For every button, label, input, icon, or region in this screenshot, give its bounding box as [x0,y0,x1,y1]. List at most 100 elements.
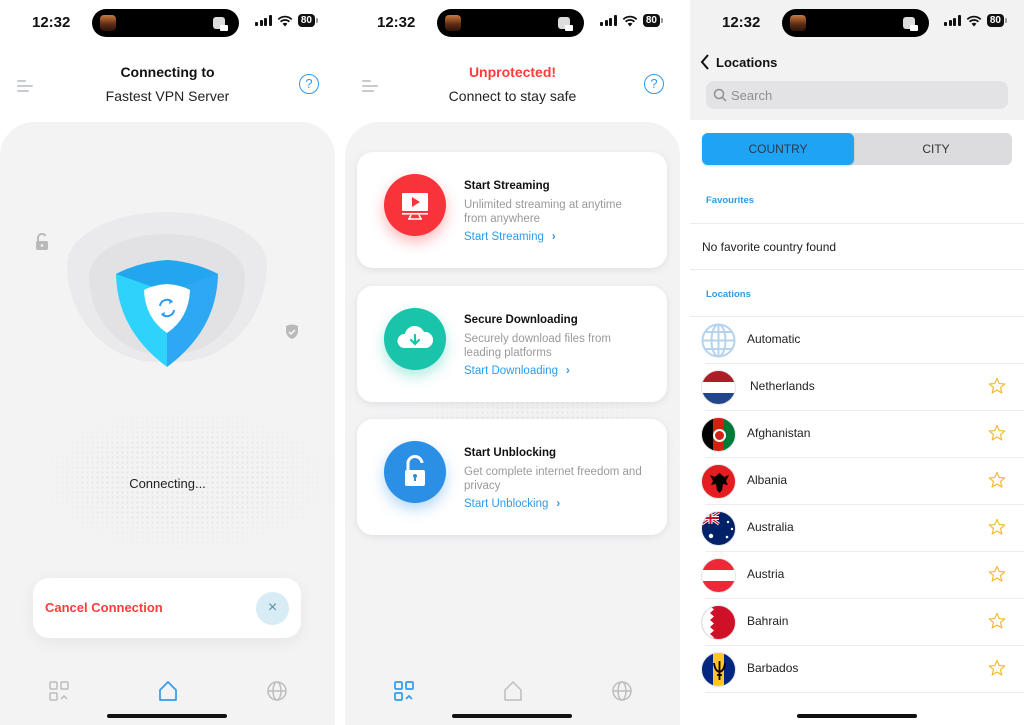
help-icon[interactable]: ? [644,74,664,94]
location-row-australia[interactable]: Australia [690,505,1024,552]
apple-tv-icon [903,17,918,31]
start-unblocking-link[interactable]: Start Unblocking › [464,498,560,510]
location-name: Barbados [747,661,799,675]
tab-locations[interactable] [611,680,633,702]
location-name: Bahrain [747,614,789,628]
flag-bahrain-icon [701,605,736,640]
battery-indicator: 80 [986,14,1008,27]
locations-section-header: Locations [706,289,751,300]
protection-status: Unprotected! [468,64,557,80]
back-button[interactable]: Locations [700,54,777,70]
location-row-netherlands[interactable]: Netherlands [690,364,1024,411]
status-bar: 12:32 80 [345,0,680,44]
tab-features[interactable] [48,680,70,702]
dynamic-island [437,9,584,37]
streaming-card[interactable]: Start Streaming Unlimited streaming at a… [357,152,667,268]
star-outline-icon[interactable] [988,612,1006,630]
link-label[interactable]: Start Streaming [464,231,544,243]
location-name: Albania [747,473,788,487]
wifi-icon [622,15,638,26]
unlock-icon [384,441,446,503]
status-time: 12:32 [722,14,761,31]
unlocked-padlock-icon [36,233,48,250]
page-title: Connecting to [120,64,215,80]
globe-icon [701,323,736,358]
home-screen: 12:32 80 Unprotected! Connect to stay sa… [345,0,680,725]
flag-albania-icon [701,464,736,499]
card-description: Securely download files from leading pla… [464,333,612,359]
card-description: Get complete internet freedom and privac… [464,466,642,492]
flag-netherlands-icon [701,370,736,405]
tab-bar [345,680,680,710]
page-title: Locations [716,54,778,70]
flag-barbados-icon [701,652,736,687]
connecting-screen: 12:32 80 Connecting to Fastest VPN Serve… [0,0,335,725]
cancel-connection-card[interactable]: Cancel Connection × [33,578,301,638]
link-label[interactable]: Start Downloading [464,365,558,377]
start-downloading-link[interactable]: Start Downloading › [464,365,570,377]
chevron-right-icon: › [551,231,556,243]
link-label[interactable]: Start Unblocking [464,498,548,510]
status-bar: 12:32 80 [0,0,335,44]
star-outline-icon[interactable] [988,565,1006,583]
start-streaming-link[interactable]: Start Streaming › [464,231,556,243]
tv-play-icon [384,174,446,236]
cancel-connection-button[interactable]: Cancel Connection [45,600,163,615]
location-name: Australia [747,520,794,534]
locations-screen: 12:32 80 Locations Search COUNTRY CITY F… [690,0,1024,725]
shield-check-icon [286,324,298,339]
location-name: Afghanistan [747,426,811,440]
cellular-signal-icon [944,15,961,26]
flag-australia-icon [701,511,736,546]
location-type-segmented-control: COUNTRY CITY [702,133,1012,165]
tab-locations[interactable] [266,680,288,702]
segment-country[interactable]: COUNTRY [702,133,854,165]
star-outline-icon[interactable] [988,471,1006,489]
help-icon[interactable]: ? [299,74,319,94]
location-row-austria[interactable]: Austria [690,552,1024,599]
location-name: Netherlands [750,379,815,393]
flag-afghanistan-icon [701,417,736,452]
status-time: 12:32 [377,14,416,31]
card-title: Start Streaming [464,180,550,192]
downloading-card[interactable]: Secure Downloading Securely download fil… [357,286,667,402]
status-bar: 12:32 80 [690,0,1024,44]
location-row-barbados[interactable]: Barbados [690,646,1024,693]
favourites-section-header: Favourites [706,195,755,206]
location-row-afghanistan[interactable]: Afghanistan [690,411,1024,458]
home-indicator [107,714,227,718]
star-outline-icon[interactable] [988,518,1006,536]
server-name: Fastest VPN Server [105,88,230,104]
close-icon[interactable]: × [256,592,289,625]
empty-favourites-message: No favorite country found [702,240,837,254]
location-row-albania[interactable]: Albania [690,458,1024,505]
location-name: Austria [747,567,785,581]
now-playing-artwork [100,15,116,31]
tab-home[interactable] [157,680,179,702]
dynamic-island [92,9,239,37]
status-time: 12:32 [32,14,71,31]
segment-city[interactable]: CITY [860,133,1012,165]
cloud-download-icon [384,308,446,370]
now-playing-artwork [445,15,461,31]
star-outline-icon[interactable] [988,377,1006,395]
unblocking-card[interactable]: Start Unblocking Get complete internet f… [357,419,667,535]
location-row-bahrain[interactable]: Bahrain [690,599,1024,646]
battery-indicator: 80 [297,14,319,27]
now-playing-artwork [790,15,806,31]
star-outline-icon[interactable] [988,424,1006,442]
tab-features[interactable] [393,680,415,702]
card-title: Secure Downloading [464,314,578,326]
star-outline-icon[interactable] [988,659,1006,677]
shield-icon [116,260,218,367]
search-input[interactable]: Search [706,81,1008,109]
card-description: Unlimited streaming at anytime from anyw… [464,199,622,225]
search-icon [713,88,727,102]
home-indicator [452,714,572,718]
tab-home[interactable] [502,680,524,702]
wifi-icon [277,15,293,26]
cellular-signal-icon [600,15,617,26]
home-indicator [797,714,917,718]
location-row-automatic[interactable]: Automatic [690,317,1024,364]
dynamic-island [782,9,929,37]
